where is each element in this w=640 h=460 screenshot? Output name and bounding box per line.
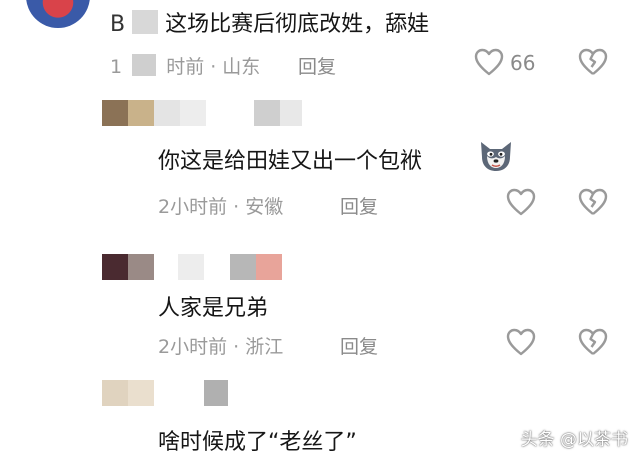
- heart-outline-icon: [506, 188, 536, 216]
- comment-1-meta-row: 1 时前 · 山东: [110, 52, 260, 79]
- watermark-text: 头条 @以茶书: [520, 430, 628, 450]
- username-mosaic: [102, 100, 302, 128]
- like-button[interactable]: [506, 328, 536, 356]
- heart-outline-icon: [474, 48, 504, 76]
- comment-1-meta: 时前 · 山东: [166, 56, 261, 78]
- comment-2-meta: 2小时前 · 安徽: [158, 196, 284, 218]
- comment-1-meta-prefix: 1: [110, 56, 123, 78]
- avatar[interactable]: [26, 0, 90, 28]
- comment-3-text: 人家是兄弟: [158, 296, 269, 321]
- comment-4-text: 啥时候成了“老丝了”: [158, 430, 357, 455]
- like-count: 66: [510, 51, 536, 75]
- comment-1-prefix: B: [110, 12, 126, 37]
- username-mosaic: [102, 254, 282, 282]
- broken-heart-icon: [578, 328, 608, 356]
- username-mosaic: [102, 380, 282, 408]
- watermark: 头条 @以茶书: [521, 425, 628, 450]
- reply-button[interactable]: 回复: [340, 332, 378, 359]
- dislike-button[interactable]: [578, 48, 608, 76]
- comment-2-text: 你这是给田娃又出一个包袱: [158, 149, 423, 174]
- comment-1-text-row: B 这场比赛后彻底改姓，舔娃: [110, 6, 429, 38]
- like-button[interactable]: [474, 48, 504, 76]
- broken-heart-icon: [578, 188, 608, 216]
- wolf-emoji-icon: [478, 139, 514, 173]
- broken-heart-icon: [578, 48, 608, 76]
- reply-button[interactable]: 回复: [340, 192, 378, 219]
- reply-button[interactable]: 回复: [298, 52, 336, 79]
- comment-1-text: 这场比赛后彻底改姓，舔娃: [165, 12, 430, 37]
- mosaic-block: [132, 54, 157, 76]
- mosaic-block: [132, 10, 159, 34]
- heart-outline-icon: [506, 328, 536, 356]
- comment-3-meta: 2小时前 · 浙江: [158, 336, 284, 358]
- dislike-button[interactable]: [578, 328, 608, 356]
- like-button[interactable]: [506, 188, 536, 216]
- dislike-button[interactable]: [578, 188, 608, 216]
